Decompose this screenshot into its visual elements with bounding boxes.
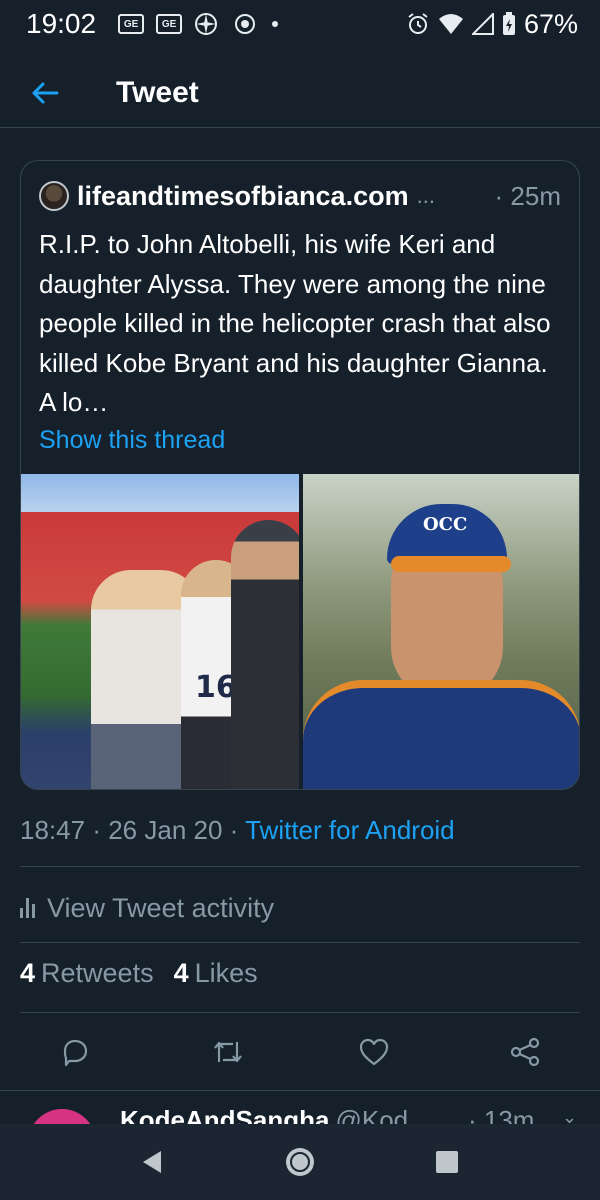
author-overflow: ... <box>416 183 435 208</box>
status-notification-icons: GE GE <box>118 12 279 36</box>
tweet-source-link[interactable]: Twitter for Android <box>245 815 455 845</box>
app-bar: Tweet <box>0 58 600 128</box>
reply-preview[interactable]: KodeAndSangha @Kod · 13m ⌄ <box>0 1090 600 1124</box>
reply-author-handle: @Kod <box>335 1105 409 1124</box>
ge-icon: GE <box>118 14 145 34</box>
share-button[interactable] <box>505 1032 545 1072</box>
nav-home-icon <box>285 1148 314 1176</box>
likes-stat[interactable]: 4 Likes <box>174 958 258 989</box>
tweet-media: 16 OCC <box>21 474 579 789</box>
retweets-count: 4 <box>20 958 36 988</box>
signal-icon <box>471 13 494 35</box>
page-title: Tweet <box>116 75 199 109</box>
tweet-time-ago: · 25m <box>494 180 561 211</box>
retweet-button[interactable] <box>208 1032 248 1072</box>
activity-label: View Tweet activity <box>47 892 275 923</box>
tweet-stats: 4 Retweets 4 Likes <box>20 958 258 989</box>
reply-icon <box>63 1039 88 1067</box>
reply-time-ago: · 13m <box>468 1105 535 1124</box>
status-bar: 19:02 GE GE 67% <box>0 0 600 48</box>
alarm-icon <box>406 12 430 36</box>
tweet-header: lifeandtimesofbianca.com ... · 25m <box>39 179 561 213</box>
status-time: 19:02 <box>26 8 97 39</box>
photo-cap-bill <box>391 556 511 572</box>
meta-separator: · <box>229 815 239 845</box>
ge-icon: GE <box>156 14 183 34</box>
likes-count: 4 <box>173 958 189 988</box>
nav-back-button[interactable] <box>131 1140 175 1184</box>
activity-chart-icon <box>20 898 35 918</box>
status-system-icons: 67% <box>406 9 578 40</box>
divider <box>20 866 580 867</box>
tweet-meta: 18:47 · 26 Jan 20 · Twitter for Android <box>20 815 455 846</box>
system-nav-bar <box>0 1124 600 1200</box>
reply-author: KodeAndSangha @Kod <box>120 1105 408 1124</box>
wifi-icon <box>438 13 464 35</box>
abc13-icon <box>230 13 260 35</box>
pinwheel-icon <box>194 12 218 36</box>
meta-separator: · <box>92 815 101 845</box>
author-avatar[interactable] <box>39 181 69 211</box>
tweet-photo-portrait[interactable]: OCC <box>303 474 579 789</box>
like-button[interactable] <box>354 1032 394 1072</box>
tweet-text: R.I.P. to John Altobelli, his wife Keri … <box>39 229 551 417</box>
heart-icon <box>359 1038 389 1066</box>
share-icon <box>510 1037 540 1067</box>
retweet-icon <box>214 1041 242 1063</box>
battery-icon <box>502 12 516 36</box>
tweet-photo-stadium[interactable]: 16 <box>21 474 299 789</box>
back-button[interactable] <box>0 58 90 128</box>
photo-shirt <box>303 680 579 789</box>
divider <box>20 1012 580 1013</box>
reply-avatar[interactable] <box>28 1109 96 1124</box>
author-name[interactable]: lifeandtimesofbianca.com <box>77 181 409 212</box>
battery-percent: 67% <box>523 8 578 39</box>
nav-recents-button[interactable] <box>425 1140 469 1184</box>
reply-button[interactable] <box>55 1032 95 1072</box>
tweet-time: 18:47 <box>20 815 86 845</box>
photo-person <box>231 520 299 789</box>
chevron-down-icon[interactable]: ⌄ <box>562 1107 577 1124</box>
nav-home-button[interactable] <box>278 1140 322 1184</box>
dot-icon <box>272 21 279 27</box>
cap-logo: OCC <box>423 514 468 535</box>
tweet-actions <box>0 1026 600 1078</box>
show-thread-link[interactable]: Show this thread <box>39 426 225 455</box>
nav-back-icon <box>143 1151 162 1173</box>
view-activity-button[interactable]: View Tweet activity <box>20 888 274 928</box>
tweet-date: 26 Jan 20 <box>108 815 223 845</box>
tweet-card[interactable]: lifeandtimesofbianca.com ... · 25m R.I.P… <box>20 160 580 790</box>
retweets-label: Retweets <box>41 958 154 988</box>
divider <box>20 942 580 943</box>
likes-label: Likes <box>194 958 258 988</box>
nav-recents-icon <box>435 1151 458 1173</box>
retweets-stat[interactable]: 4 Retweets <box>20 958 154 989</box>
back-arrow-icon <box>32 82 59 103</box>
reply-author-name: KodeAndSangha <box>120 1105 330 1124</box>
